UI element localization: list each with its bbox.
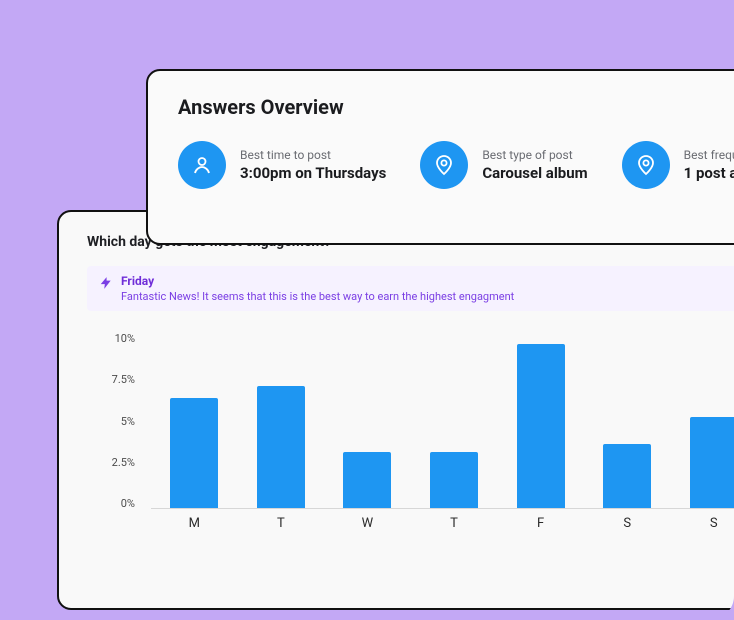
insight-text: Friday Fantastic News! It seems that thi… — [121, 274, 514, 303]
lightning-icon — [99, 275, 113, 294]
stat-label: Best frequency — [684, 148, 734, 162]
stat-best-type: Best type of post Carousel album — [420, 141, 587, 189]
x-tick: T — [411, 516, 498, 531]
y-tick: 5% — [97, 416, 143, 427]
stat-best-frequency: Best frequency 1 post a day — [622, 141, 734, 189]
stat-value: Carousel album — [482, 164, 587, 182]
x-tick: W — [324, 516, 411, 531]
engagement-chart-card: Which day gets the most engagement? Frid… — [57, 210, 734, 610]
bar-slot — [324, 339, 411, 508]
answers-overview-card: Answers Overview Best time to post 3:00p… — [146, 69, 734, 245]
stat-label: Best type of post — [482, 148, 587, 162]
x-tick: T — [238, 516, 325, 531]
pin-icon — [420, 141, 468, 189]
stat-text: Best frequency 1 post a day — [684, 148, 734, 182]
bar — [343, 452, 391, 508]
x-tick: S — [670, 516, 734, 531]
bar-chart: 10% 7.5% 5% 2.5% 0% MTWTFSS — [97, 333, 734, 533]
bar-slot — [584, 339, 671, 508]
app-background: Which day gets the most engagement? Frid… — [0, 0, 734, 620]
bar-slot — [411, 339, 498, 508]
overview-title: Answers Overview — [178, 95, 734, 119]
y-tick: 0% — [97, 498, 143, 509]
stat-value: 3:00pm on Thursdays — [240, 164, 386, 182]
stat-label: Best time to post — [240, 148, 386, 162]
bar-slot — [238, 339, 325, 508]
bar — [430, 452, 478, 508]
user-icon — [178, 141, 226, 189]
bar-slot — [497, 339, 584, 508]
y-axis: 10% 7.5% 5% 2.5% 0% — [97, 333, 143, 509]
bar — [603, 444, 651, 508]
x-tick: F — [497, 516, 584, 531]
bar — [170, 398, 218, 508]
stat-text: Best type of post Carousel album — [482, 148, 587, 182]
insight-subtext: Fantastic News! It seems that this is th… — [121, 290, 514, 303]
x-axis: MTWTFSS — [151, 513, 734, 533]
y-tick: 7.5% — [97, 374, 143, 385]
y-tick: 10% — [97, 333, 143, 344]
x-tick: S — [584, 516, 671, 531]
stat-text: Best time to post 3:00pm on Thursdays — [240, 148, 386, 182]
stat-value: 1 post a day — [684, 164, 734, 182]
plot-area — [151, 339, 734, 509]
bar — [257, 386, 305, 508]
x-tick: M — [151, 516, 238, 531]
stats-row: Best time to post 3:00pm on Thursdays Be… — [178, 141, 734, 189]
stat-best-time: Best time to post 3:00pm on Thursdays — [178, 141, 386, 189]
bar — [517, 344, 565, 508]
pin-icon — [622, 141, 670, 189]
bar — [690, 417, 734, 508]
bar-slot — [670, 339, 734, 508]
bar-slot — [151, 339, 238, 508]
y-tick: 2.5% — [97, 457, 143, 468]
insight-headline: Friday — [121, 274, 514, 288]
insight-banner: Friday Fantastic News! It seems that thi… — [87, 266, 734, 311]
